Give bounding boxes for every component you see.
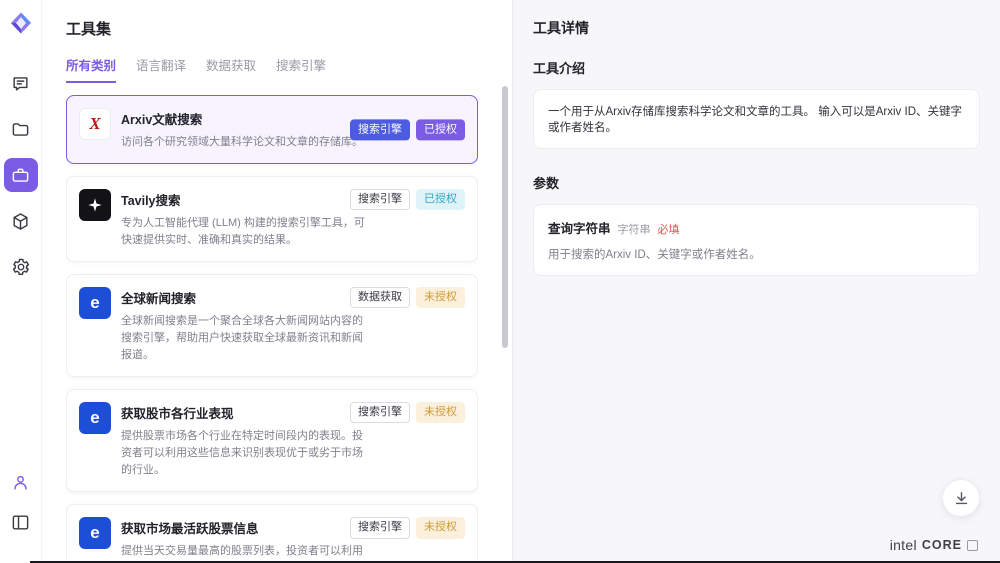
param-type: 字符串 — [618, 221, 651, 237]
tool-description: 访问各个研究领域大量科学论文和文章的存储库。 — [121, 134, 373, 151]
core-brand-text: CORE — [922, 538, 962, 552]
auth-status-badge: 未授权 — [416, 287, 465, 308]
sidebar — [0, 0, 42, 563]
category-badge: 数据获取 — [350, 287, 410, 308]
detail-title: 工具详情 — [533, 18, 980, 38]
cube-icon[interactable] — [4, 204, 38, 238]
intel-brand-text: intel — [890, 537, 917, 553]
news-provider-logo-icon: e — [79, 287, 111, 319]
arxiv-logo-icon: X — [79, 108, 111, 140]
tool-badges: 搜索引擎 未授权 — [350, 517, 465, 538]
category-badge: 搜索引擎 — [350, 189, 410, 210]
chat-icon[interactable] — [4, 66, 38, 100]
intro-text: 一个用于从Arxiv存储库搜索科学论文和文章的工具。 输入可以是Arxiv ID… — [548, 106, 962, 134]
tab-data-fetch[interactable]: 数据获取 — [206, 55, 256, 83]
tool-description: 提供股票市场各个行业在特定时间段内的表现。投资者可以利用这些信息来识别表现优于或… — [121, 428, 373, 479]
param-card: 查询字符串 字符串 必填 用于搜索的Arxiv ID、关键字或作者姓名。 — [533, 204, 980, 276]
param-description: 用于搜索的Arxiv ID、关键字或作者姓名。 — [548, 246, 965, 262]
toolbox-icon[interactable] — [4, 158, 38, 192]
core-badge-box — [967, 540, 978, 551]
user-icon[interactable] — [4, 465, 38, 499]
panel-toggle-icon[interactable] — [4, 505, 38, 539]
tool-detail-panel: 工具详情 工具介绍 一个用于从Arxiv存储库搜索科学论文和文章的工具。 输入可… — [512, 0, 1000, 563]
tool-badges: 搜索引擎 已授权 — [350, 189, 465, 210]
intro-card: 一个用于从Arxiv存储库搜索科学论文和文章的工具。 输入可以是Arxiv ID… — [533, 89, 980, 149]
tab-all-categories[interactable]: 所有类别 — [66, 55, 116, 83]
auth-status-badge: 未授权 — [416, 402, 465, 423]
tab-search-engine[interactable]: 搜索引擎 — [276, 55, 326, 83]
category-tabs: 所有类别 语言翻译 数据获取 搜索引擎 — [66, 55, 512, 83]
param-header-row: 查询字符串 字符串 必填 — [548, 218, 965, 237]
auth-status-badge: 已授权 — [416, 119, 465, 140]
param-name: 查询字符串 — [548, 218, 611, 237]
tool-card-list: X Arxiv文献搜索 访问各个研究领域大量科学论文和文章的存储库。 搜索引擎 … — [66, 95, 478, 563]
tab-language-translation[interactable]: 语言翻译 — [136, 55, 186, 83]
tavily-logo-icon — [79, 189, 111, 221]
tool-description: 专为人工智能代理 (LLM) 构建的搜索引擎工具，可快速提供实时、准确和真实的结… — [121, 215, 373, 249]
auth-status-badge: 未授权 — [416, 517, 465, 538]
intel-core-logo: intel CORE — [890, 537, 978, 553]
params-heading: 参数 — [533, 173, 980, 192]
folder-icon[interactable] — [4, 112, 38, 146]
tool-description: 全球新闻搜索是一个聚合全球各大新闻网站内容的搜索引擎，帮助用户快速获取全球最新资… — [121, 313, 373, 364]
intro-heading: 工具介绍 — [533, 58, 980, 77]
tool-badges: 搜索引擎 已授权 — [350, 119, 465, 140]
tool-badges: 搜索引擎 未授权 — [350, 402, 465, 423]
param-required-flag: 必填 — [658, 221, 680, 237]
category-badge: 搜索引擎 — [350, 402, 410, 423]
category-badge: 搜索引擎 — [350, 517, 410, 538]
tool-badges: 数据获取 未授权 — [350, 287, 465, 308]
app-logo-icon[interactable] — [8, 10, 34, 36]
list-scrollbar-thumb[interactable] — [502, 86, 508, 348]
tool-card-arxiv[interactable]: X Arxiv文献搜索 访问各个研究领域大量科学论文和文章的存储库。 搜索引擎 … — [66, 95, 478, 164]
category-badge: 搜索引擎 — [350, 119, 410, 140]
stock-provider-logo-icon: e — [79, 402, 111, 434]
tool-card-most-active-stocks[interactable]: e 获取市场最活跃股票信息 提供当天交易量最高的股票列表，投资者可以利用这些信息… — [66, 504, 478, 563]
stock-provider-logo-icon: e — [79, 517, 111, 549]
page-title: 工具集 — [66, 18, 512, 39]
tool-card-tavily[interactable]: Tavily搜索 专为人工智能代理 (LLM) 构建的搜索引擎工具，可快速提供实… — [66, 176, 478, 262]
tool-card-sector-performance[interactable]: e 获取股市各行业表现 提供股票市场各个行业在特定时间段内的表现。投资者可以利用… — [66, 389, 478, 492]
settings-gear-icon[interactable] — [4, 250, 38, 284]
app-window: 工具集 所有类别 语言翻译 数据获取 搜索引擎 X Arxiv文献搜索 访问各个… — [0, 0, 1000, 563]
tool-card-global-news[interactable]: e 全球新闻搜索 全球新闻搜索是一个聚合全球各大新闻网站内容的搜索引擎，帮助用户… — [66, 274, 478, 377]
auth-status-badge: 已授权 — [416, 189, 465, 210]
download-button[interactable] — [942, 479, 980, 517]
tool-list-panel: 工具集 所有类别 语言翻译 数据获取 搜索引擎 X Arxiv文献搜索 访问各个… — [42, 0, 512, 563]
